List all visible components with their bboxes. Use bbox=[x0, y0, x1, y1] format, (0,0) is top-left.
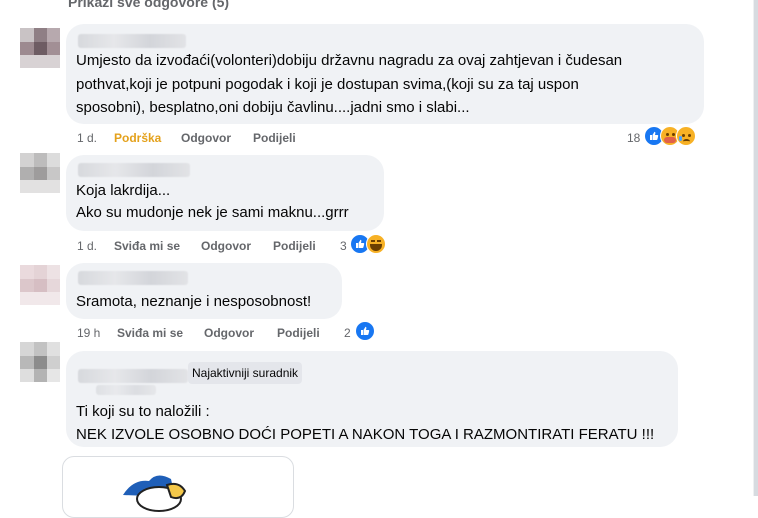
scrollbar-track[interactable] bbox=[753, 0, 758, 496]
reaction-summary[interactable] bbox=[350, 234, 390, 254]
commenter-name[interactable] bbox=[78, 271, 188, 285]
commenter-name[interactable] bbox=[78, 163, 190, 177]
comment-bubble: Ti koji su to naložili : NEK IZVOLE OSOB… bbox=[66, 351, 678, 447]
like-button[interactable]: Sviđa mi se bbox=[114, 238, 180, 254]
share-button[interactable]: Podijeli bbox=[253, 130, 296, 146]
reaction-count[interactable]: 2 bbox=[344, 325, 351, 341]
comment-bubble: Koja lakrdija... Ako su mudonje nek je s… bbox=[66, 155, 384, 231]
avatar[interactable] bbox=[20, 342, 60, 396]
reply-button[interactable]: Odgovor bbox=[181, 130, 231, 146]
top-contributor-badge[interactable]: Najaktivniji suradnik bbox=[188, 362, 303, 384]
reply-button[interactable]: Odgovor bbox=[201, 238, 251, 254]
comment-text-line: NEK IZVOLE OSOBNO DOĆI POPETI A NAKON TO… bbox=[76, 426, 655, 443]
avatar[interactable] bbox=[20, 265, 60, 305]
reaction-count[interactable]: 3 bbox=[340, 238, 347, 254]
comment-actions: 19 h Sviđa mi se Odgovor Podijeli bbox=[77, 325, 347, 341]
show-all-replies-link[interactable]: Prikaži sve odgovore (5) bbox=[68, 0, 229, 10]
commenter-name-extra bbox=[96, 385, 156, 395]
comment-text-line: pothvat,koji je potpuni pogodak i koji j… bbox=[76, 76, 579, 93]
comment-text-line: Koja lakrdija... bbox=[76, 182, 171, 199]
comment-text-line: sposobni), besplatno,oni dobiju čavlinu.… bbox=[76, 99, 470, 116]
comment-timestamp[interactable]: 1 d. bbox=[77, 238, 97, 254]
comment-image-attachment[interactable] bbox=[62, 456, 294, 518]
comment-bubble: Umjesto da izvođaći(volonteri)dobiju drž… bbox=[66, 24, 704, 124]
comment-actions: 1 d. Sviđa mi se Odgovor Podijeli bbox=[77, 238, 337, 254]
avatar[interactable] bbox=[20, 153, 60, 193]
comment-text-line: Ako su mudonje nek je sami maknu...grrr bbox=[76, 204, 349, 221]
sticker-image bbox=[123, 475, 187, 512]
reaction-count[interactable]: 18 bbox=[627, 130, 640, 146]
comment-text-line: Ti koji su to naložili : bbox=[76, 403, 210, 420]
comment-text-line: Umjesto da izvođaći(volonteri)dobiju drž… bbox=[76, 52, 623, 69]
comment-timestamp[interactable]: 19 h bbox=[77, 325, 100, 341]
comment-actions: 1 d. Podrška Odgovor Podijeli bbox=[77, 130, 377, 146]
share-button[interactable]: Podijeli bbox=[273, 238, 316, 254]
share-button[interactable]: Podijeli bbox=[277, 325, 320, 341]
haha-icon bbox=[366, 234, 386, 254]
reply-button[interactable]: Odgovor bbox=[204, 325, 254, 341]
sad-icon bbox=[676, 126, 696, 146]
reaction-summary[interactable] bbox=[644, 126, 704, 146]
comment-timestamp[interactable]: 1 d. bbox=[77, 130, 97, 146]
commenter-name[interactable] bbox=[78, 34, 186, 48]
like-icon bbox=[355, 321, 375, 341]
commenter-name[interactable] bbox=[78, 369, 188, 383]
reaction-summary[interactable] bbox=[355, 321, 377, 341]
avatar[interactable] bbox=[20, 28, 60, 68]
like-button[interactable]: Podrška bbox=[114, 130, 161, 146]
comment-text-line: Sramota, neznanje i nesposobnost! bbox=[76, 293, 312, 310]
comment-bubble: Sramota, neznanje i nesposobnost! bbox=[66, 263, 342, 319]
like-button[interactable]: Sviđa mi se bbox=[117, 325, 183, 341]
